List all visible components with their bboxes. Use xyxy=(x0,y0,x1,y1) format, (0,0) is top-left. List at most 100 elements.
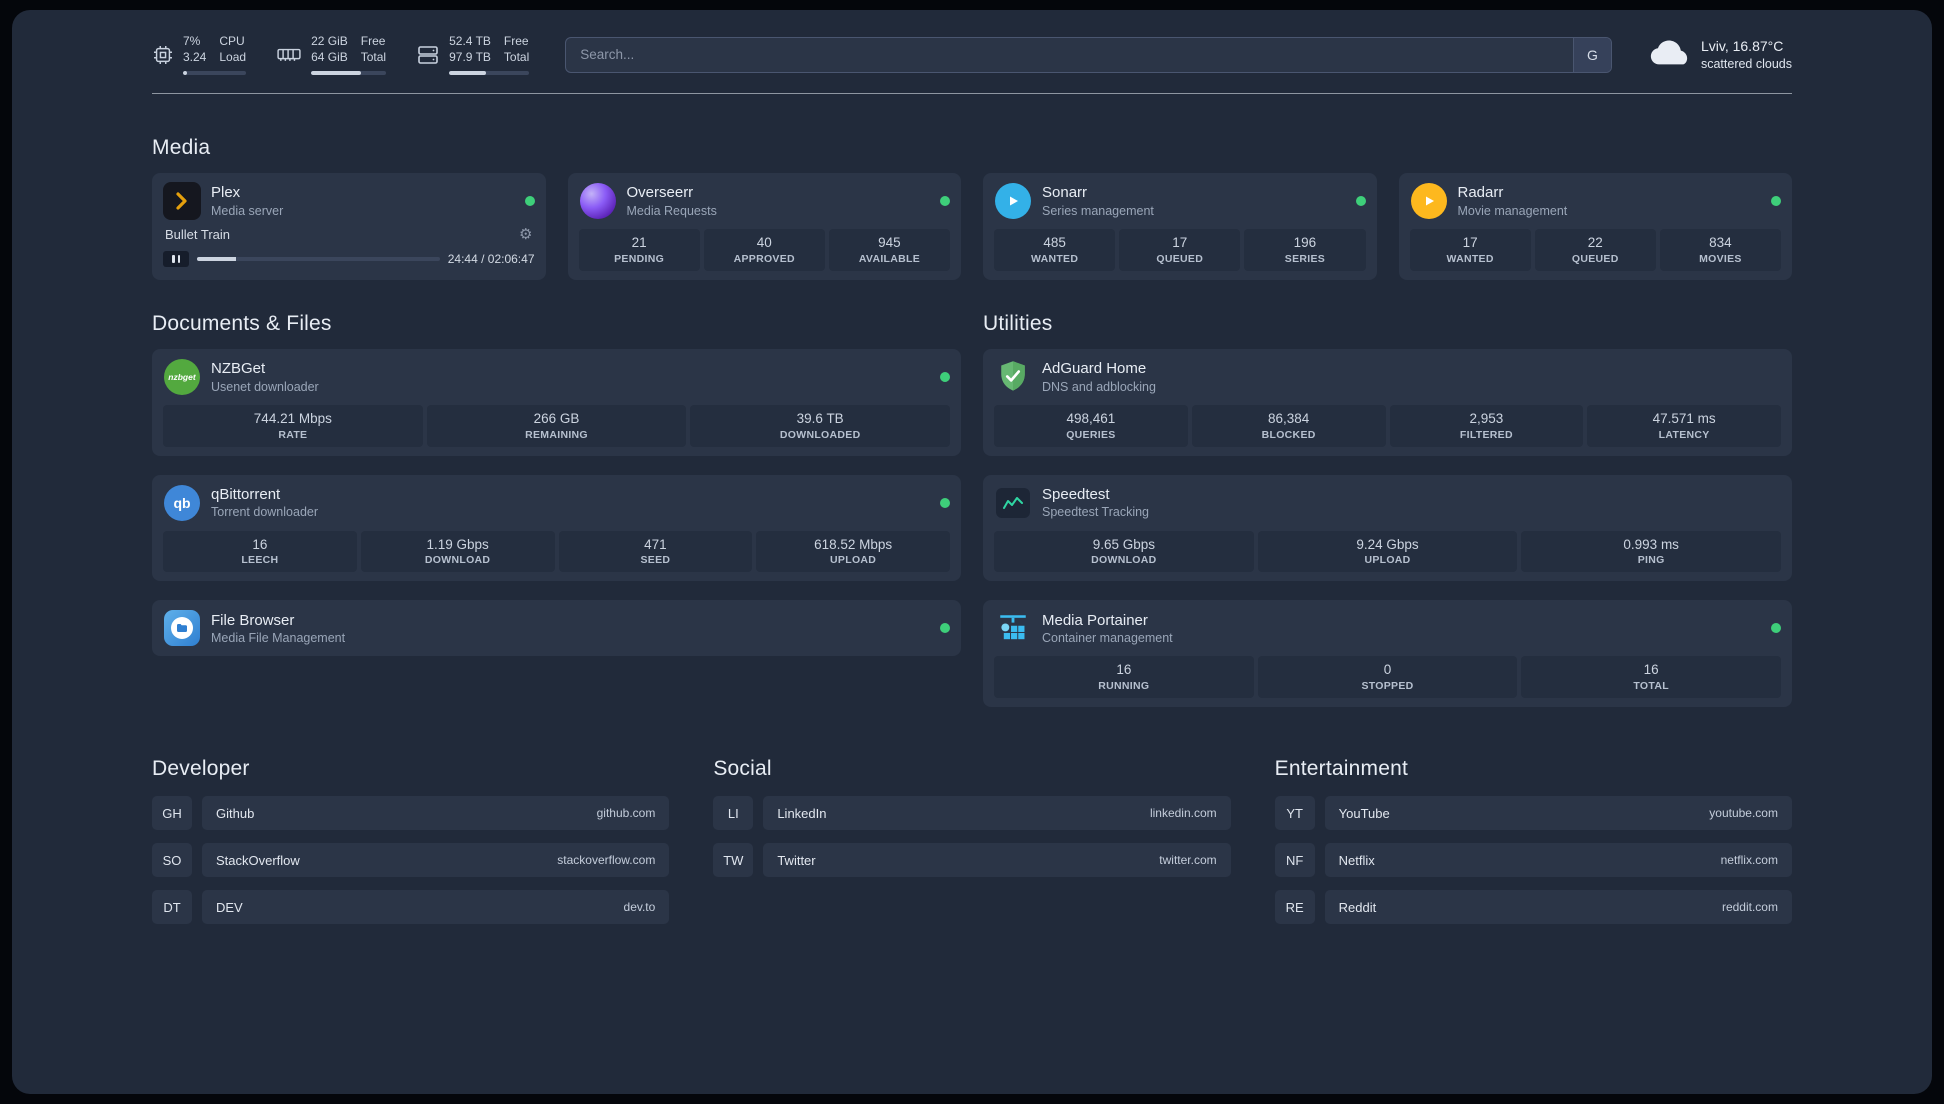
service-name: qBittorrent xyxy=(211,485,281,503)
weather-location: Lviv, 16.87°C xyxy=(1700,37,1784,54)
status-indicator xyxy=(1771,196,1781,207)
cpu-icon xyxy=(152,44,174,66)
status-indicator xyxy=(524,196,535,207)
service-card-speedtest[interactable]: Speedtest Speedtest Tracking 9.65 Gbps DO… xyxy=(983,474,1792,582)
gear-icon[interactable]: ⚙ xyxy=(519,227,532,242)
topbar-divider xyxy=(152,93,1792,95)
disk-free: 52.4 TB xyxy=(449,34,491,48)
service-card-adguard[interactable]: AdGuard Home DNS and adblocking 498,461 Q… xyxy=(983,348,1792,456)
bookmark-abbr: RE xyxy=(1274,890,1315,925)
sonarr-icon xyxy=(995,183,1031,220)
bookmark-youtube[interactable]: YT YouTube youtube.com xyxy=(1274,796,1792,831)
radarr-icon xyxy=(1410,183,1447,220)
service-subtitle: Container management xyxy=(1042,631,1173,646)
memory-progress-bar xyxy=(311,71,387,76)
section-entertainment: Entertainment YT YouTube youtube.com NF N… xyxy=(1274,757,1792,937)
stat-tile: 47.571 ms LATENCY xyxy=(1587,404,1781,447)
stat-tile: 1.19 Gbps DOWNLOAD xyxy=(360,530,555,573)
section-developer: Developer GH Github github.com SO StackOv… xyxy=(152,757,670,937)
bookmark-dev[interactable]: DT DEV dev.to xyxy=(152,890,670,925)
service-name: File Browser xyxy=(211,611,295,629)
stat-tile: 834 MOVIES xyxy=(1659,229,1782,271)
service-card-plex[interactable]: Plex Media server Bullet Train ⚙ 24:44 /… xyxy=(152,173,546,280)
service-subtitle: DNS and adblocking xyxy=(1042,379,1156,394)
bookmark-url: twitter.com xyxy=(1159,853,1217,868)
stat-tile: 266 GB REMAINING xyxy=(426,404,687,447)
memory-label-2: Total xyxy=(360,49,387,64)
disk-progress-bar xyxy=(449,71,530,76)
service-card-portainer[interactable]: Media Portainer Container management 16 R… xyxy=(983,600,1792,708)
bookmark-linkedin[interactable]: LI LinkedIn linkedin.com xyxy=(713,796,1231,831)
status-indicator xyxy=(940,623,950,634)
bookmark-name: DEV xyxy=(216,899,243,915)
bookmark-abbr: GH xyxy=(152,796,192,831)
disk-values: 52.4 TB 97.9 TB xyxy=(449,34,491,65)
stat-tile: 945 AVAILABLE xyxy=(828,229,951,271)
stat-tile: 9.24 Gbps UPLOAD xyxy=(1257,530,1518,573)
search-input[interactable] xyxy=(565,36,1612,73)
bookmark-netflix[interactable]: NF Netflix netflix.com xyxy=(1274,843,1792,878)
memory-labels: Free Total xyxy=(361,34,386,65)
service-subtitle: Media File Management xyxy=(211,631,346,646)
playback-time: 24:44 / 02:06:47 xyxy=(447,252,535,267)
stat-tile: 196 SERIES xyxy=(1244,229,1366,271)
memory-free: 22 GiB xyxy=(311,34,348,48)
cpu-progress-bar xyxy=(183,71,247,76)
bookmark-abbr: LI xyxy=(713,796,754,831)
section-title-media: Media xyxy=(152,136,211,160)
section-utilities: Utilities AdGuard Home DNS and adblockin… xyxy=(983,311,1792,708)
bookmark-stackoverflow[interactable]: SO StackOverflow stackoverflow.com xyxy=(152,843,670,878)
stat-tile: 16 TOTAL xyxy=(1521,656,1782,699)
playback-progress-bar[interactable] xyxy=(197,257,440,262)
service-card-sonarr[interactable]: Sonarr Series management 485 WANTED 17 QUE… xyxy=(983,173,1377,280)
stat-tile: 86,384 BLOCKED xyxy=(1191,404,1386,447)
portainer-icon xyxy=(994,609,1032,647)
stat-tile: 744.21 Mbps RATE xyxy=(163,404,423,447)
bookmark-twitter[interactable]: TW Twitter twitter.com xyxy=(713,843,1231,878)
section-documents: Documents & Files nzbget NZBGet Usenet d… xyxy=(152,312,961,657)
section-social: Social LI LinkedIn linkedin.com TW Twitte… xyxy=(713,757,1231,890)
stat-tile: 485 WANTED xyxy=(994,229,1116,271)
disk-monitor: 52.4 TB 97.9 TB Free Total xyxy=(416,34,530,76)
cpu-labels: CPU Load xyxy=(219,34,246,65)
status-indicator xyxy=(940,497,950,508)
cpu-monitor: 7% 3.24 CPU Load xyxy=(152,34,247,76)
disk-label-2: Total xyxy=(503,49,530,64)
bookmark-url: linkedin.com xyxy=(1149,806,1217,821)
bookmark-name: Twitter xyxy=(777,852,816,868)
bookmark-github[interactable]: GH Github github.com xyxy=(152,796,670,831)
bookmark-url: netflix.com xyxy=(1720,853,1778,868)
service-name: Sonarr xyxy=(1042,184,1088,202)
stat-tile: 0.993 ms PING xyxy=(1521,530,1782,573)
stat-tile: 40 APPROVED xyxy=(703,229,825,271)
bookmark-abbr: NF xyxy=(1274,843,1315,878)
stat-tile: 9.65 Gbps DOWNLOAD xyxy=(994,530,1254,573)
service-card-radarr[interactable]: Radarr Movie management 17 WANTED 22 QUEUE… xyxy=(1398,173,1792,280)
bookmark-abbr: YT xyxy=(1274,796,1315,831)
disk-total: 97.9 TB xyxy=(449,49,491,64)
service-card-qbittorrent[interactable]: qb qBittorrent Torrent downloader 16 LEEC… xyxy=(152,474,961,582)
stat-tile: 21 PENDING xyxy=(578,229,700,271)
resource-monitors: 7% 3.24 CPU Load 22 GiB 64 GiB Free Tota… xyxy=(152,34,530,76)
cpu-load: 3.24 xyxy=(183,49,207,64)
section-title-utilities: Utilities xyxy=(983,311,1053,335)
service-card-nzbget[interactable]: nzbget NZBGet Usenet downloader 744.21 M… xyxy=(152,348,961,456)
service-name: Speedtest xyxy=(1042,485,1110,503)
section-title-documents: Documents & Files xyxy=(152,311,332,335)
cpu-label-1: CPU xyxy=(219,34,245,48)
service-card-overseerr[interactable]: Overseerr Media Requests 21 PENDING 40 APP… xyxy=(567,173,961,280)
memory-values: 22 GiB 64 GiB xyxy=(311,34,348,65)
bookmark-reddit[interactable]: RE Reddit reddit.com xyxy=(1274,890,1792,925)
service-card-filebrowser[interactable]: File Browser Media File Management xyxy=(152,600,961,657)
stat-tile: 22 QUEUED xyxy=(1534,229,1656,271)
media-grid: Plex Media server Bullet Train ⚙ 24:44 /… xyxy=(152,173,1792,280)
stat-tile: 16 RUNNING xyxy=(994,656,1254,699)
stat-tile: 39.6 TB DOWNLOADED xyxy=(690,404,951,447)
memory-total: 64 GiB xyxy=(311,49,348,64)
plex-icon xyxy=(163,182,201,221)
search-provider-button[interactable]: G xyxy=(1572,37,1611,72)
bookmark-name: LinkedIn xyxy=(777,805,827,821)
bookmark-name: Reddit xyxy=(1338,899,1377,915)
pause-icon[interactable] xyxy=(163,251,189,268)
cpu-label-2: Load xyxy=(219,49,247,64)
